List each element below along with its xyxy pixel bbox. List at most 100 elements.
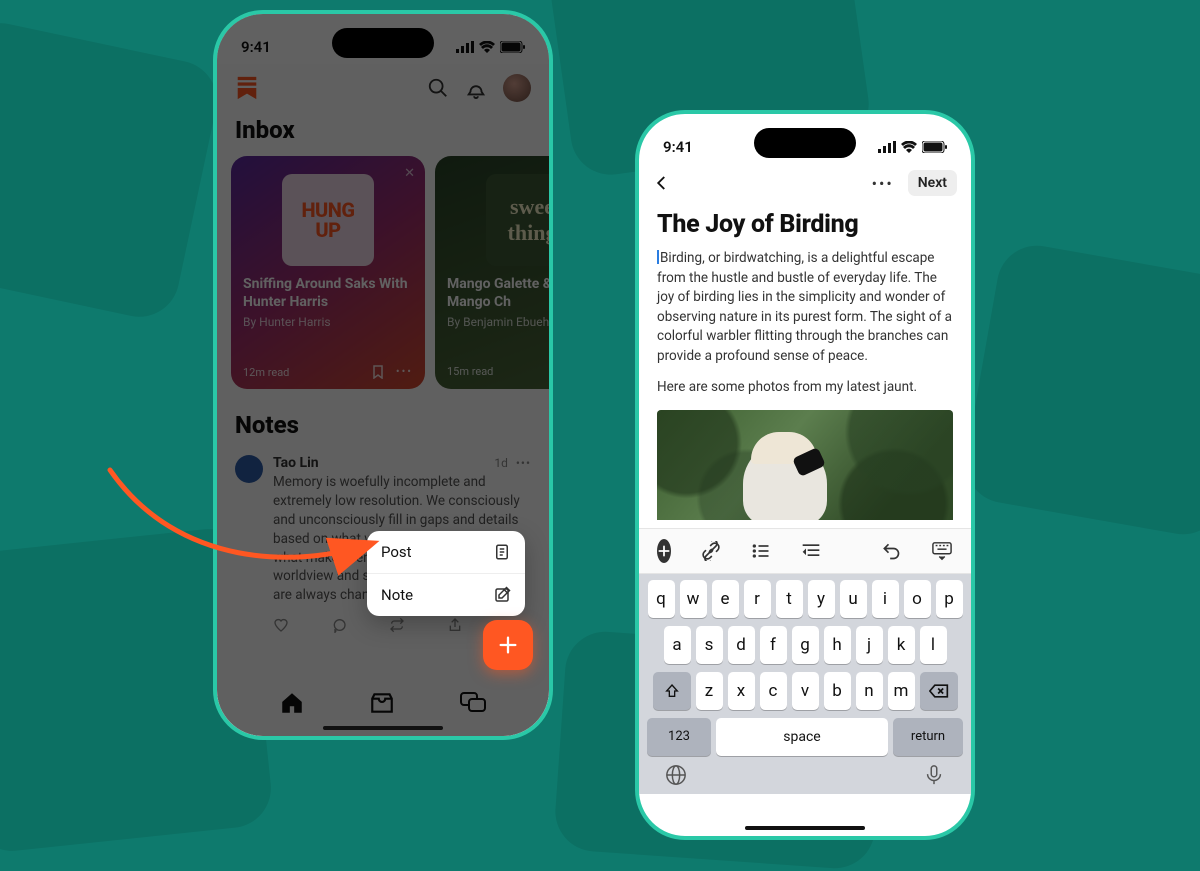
- key-o[interactable]: o: [904, 580, 931, 618]
- card-title: Mango Galette & Creamy Mango Ch: [447, 276, 553, 311]
- back-chevron-icon[interactable]: [653, 174, 671, 192]
- key-space[interactable]: space: [716, 718, 888, 756]
- editor-header: ••• Next: [639, 164, 971, 202]
- card-author: By Hunter Harris: [243, 315, 413, 329]
- key-x[interactable]: x: [728, 672, 755, 710]
- key-v[interactable]: v: [792, 672, 819, 710]
- status-right: [878, 141, 947, 153]
- create-note-label: Note: [381, 586, 413, 604]
- tab-inbox-icon[interactable]: [369, 690, 395, 716]
- post-title[interactable]: The Joy of Birding: [657, 210, 953, 239]
- more-icon[interactable]: •••: [396, 365, 413, 379]
- toolbar-add-button[interactable]: [657, 539, 671, 563]
- toolbar-link-button[interactable]: [701, 540, 721, 562]
- tab-chat-icon[interactable]: [459, 690, 487, 716]
- key-b[interactable]: b: [824, 672, 851, 710]
- key-l[interactable]: l: [920, 626, 947, 664]
- read-time: 15m read: [447, 365, 493, 378]
- note-compose-icon: [493, 586, 511, 604]
- create-note-option[interactable]: Note: [367, 573, 525, 616]
- status-time: 9:41: [241, 38, 271, 56]
- key-p[interactable]: p: [936, 580, 963, 618]
- status-right: [456, 41, 525, 53]
- text-cursor: [657, 250, 659, 264]
- link-icon: [701, 541, 721, 561]
- inbox-card[interactable]: ✕ HUNGUP Sniffing Around Saks With Hunte…: [231, 156, 425, 389]
- more-icon[interactable]: •••: [516, 456, 531, 470]
- key-d[interactable]: d: [728, 626, 755, 664]
- key-backspace[interactable]: [920, 672, 958, 710]
- like-icon[interactable]: [273, 617, 289, 633]
- share-icon[interactable]: [447, 617, 463, 633]
- key-s[interactable]: s: [696, 626, 723, 664]
- app-header: [231, 64, 535, 108]
- key-k[interactable]: k: [888, 626, 915, 664]
- bullet-list-icon: [751, 541, 771, 561]
- card-title: Sniffing Around Saks With Hunter Harris: [243, 276, 413, 311]
- phone-right: 9:41 ••• Next The Joy of Birding Birding…: [635, 110, 975, 840]
- key-u[interactable]: u: [840, 580, 867, 618]
- key-shift[interactable]: [653, 672, 691, 710]
- key-n[interactable]: n: [856, 672, 883, 710]
- post-image[interactable]: [657, 410, 953, 520]
- avatar[interactable]: [503, 74, 531, 102]
- toolbar-keyboard-dismiss-button[interactable]: [931, 540, 953, 562]
- create-post-option[interactable]: Post: [367, 531, 525, 573]
- editor-toolbar: [639, 528, 971, 574]
- globe-icon[interactable]: [665, 764, 687, 786]
- outdent-icon: [801, 541, 821, 561]
- key-g[interactable]: g: [792, 626, 819, 664]
- key-c[interactable]: c: [760, 672, 787, 710]
- key-a[interactable]: a: [664, 626, 691, 664]
- key-f[interactable]: f: [760, 626, 787, 664]
- home-indicator: [323, 726, 443, 730]
- wifi-icon: [901, 141, 917, 153]
- notch: [754, 128, 856, 158]
- key-m[interactable]: m: [888, 672, 915, 710]
- post-paragraph[interactable]: Birding, or birdwatching, is a delightfu…: [657, 249, 953, 366]
- key-j[interactable]: j: [856, 626, 883, 664]
- key-t[interactable]: t: [776, 580, 803, 618]
- fab-new-button[interactable]: [483, 620, 533, 670]
- wifi-icon: [479, 41, 495, 53]
- inbox-card[interactable]: sweething Mango Galette & Creamy Mango C…: [435, 156, 553, 389]
- editor-body[interactable]: The Joy of Birding Birding, or birdwatch…: [639, 202, 971, 528]
- battery-icon: [922, 141, 947, 153]
- search-icon[interactable]: [427, 77, 449, 99]
- key-return[interactable]: return: [893, 718, 963, 756]
- activity-bell-icon[interactable]: [465, 77, 487, 99]
- key-q[interactable]: q: [648, 580, 675, 618]
- notch: [332, 28, 434, 58]
- next-button[interactable]: Next: [908, 170, 957, 196]
- avatar[interactable]: [235, 455, 263, 483]
- key-y[interactable]: y: [808, 580, 835, 618]
- key-w[interactable]: w: [680, 580, 707, 618]
- toolbar-outdent-button[interactable]: [801, 540, 821, 562]
- more-icon[interactable]: •••: [872, 174, 894, 193]
- mic-icon[interactable]: [923, 764, 945, 786]
- key-i[interactable]: i: [872, 580, 899, 618]
- key-e[interactable]: e: [712, 580, 739, 618]
- bookmark-icon[interactable]: [372, 365, 384, 379]
- restack-icon[interactable]: [389, 617, 405, 633]
- read-time: 12m read: [243, 366, 289, 379]
- key-z[interactable]: z: [696, 672, 723, 710]
- cellular-icon: [456, 41, 474, 53]
- key-r[interactable]: r: [744, 580, 771, 618]
- toolbar-undo-button[interactable]: [881, 540, 901, 562]
- toolbar-bullet-list-button[interactable]: [751, 540, 771, 562]
- note-time: 1d: [494, 456, 508, 470]
- key-h[interactable]: h: [824, 626, 851, 664]
- shift-icon: [664, 683, 680, 699]
- post-paragraph[interactable]: Here are some photos from my latest jaun…: [657, 378, 953, 398]
- close-icon[interactable]: ✕: [404, 166, 415, 181]
- key-123[interactable]: 123: [647, 718, 711, 756]
- card-thumbnail: sweething: [486, 174, 553, 266]
- keyboard-dismiss-icon: [931, 541, 953, 561]
- comment-icon[interactable]: [331, 617, 347, 633]
- inbox-cards[interactable]: ✕ HUNGUP Sniffing Around Saks With Hunte…: [231, 156, 535, 389]
- create-menu: Post Note: [367, 531, 525, 616]
- note-author[interactable]: Tao Lin: [273, 455, 319, 471]
- tab-home-icon[interactable]: [279, 690, 305, 716]
- substack-logo-icon[interactable]: [235, 75, 259, 101]
